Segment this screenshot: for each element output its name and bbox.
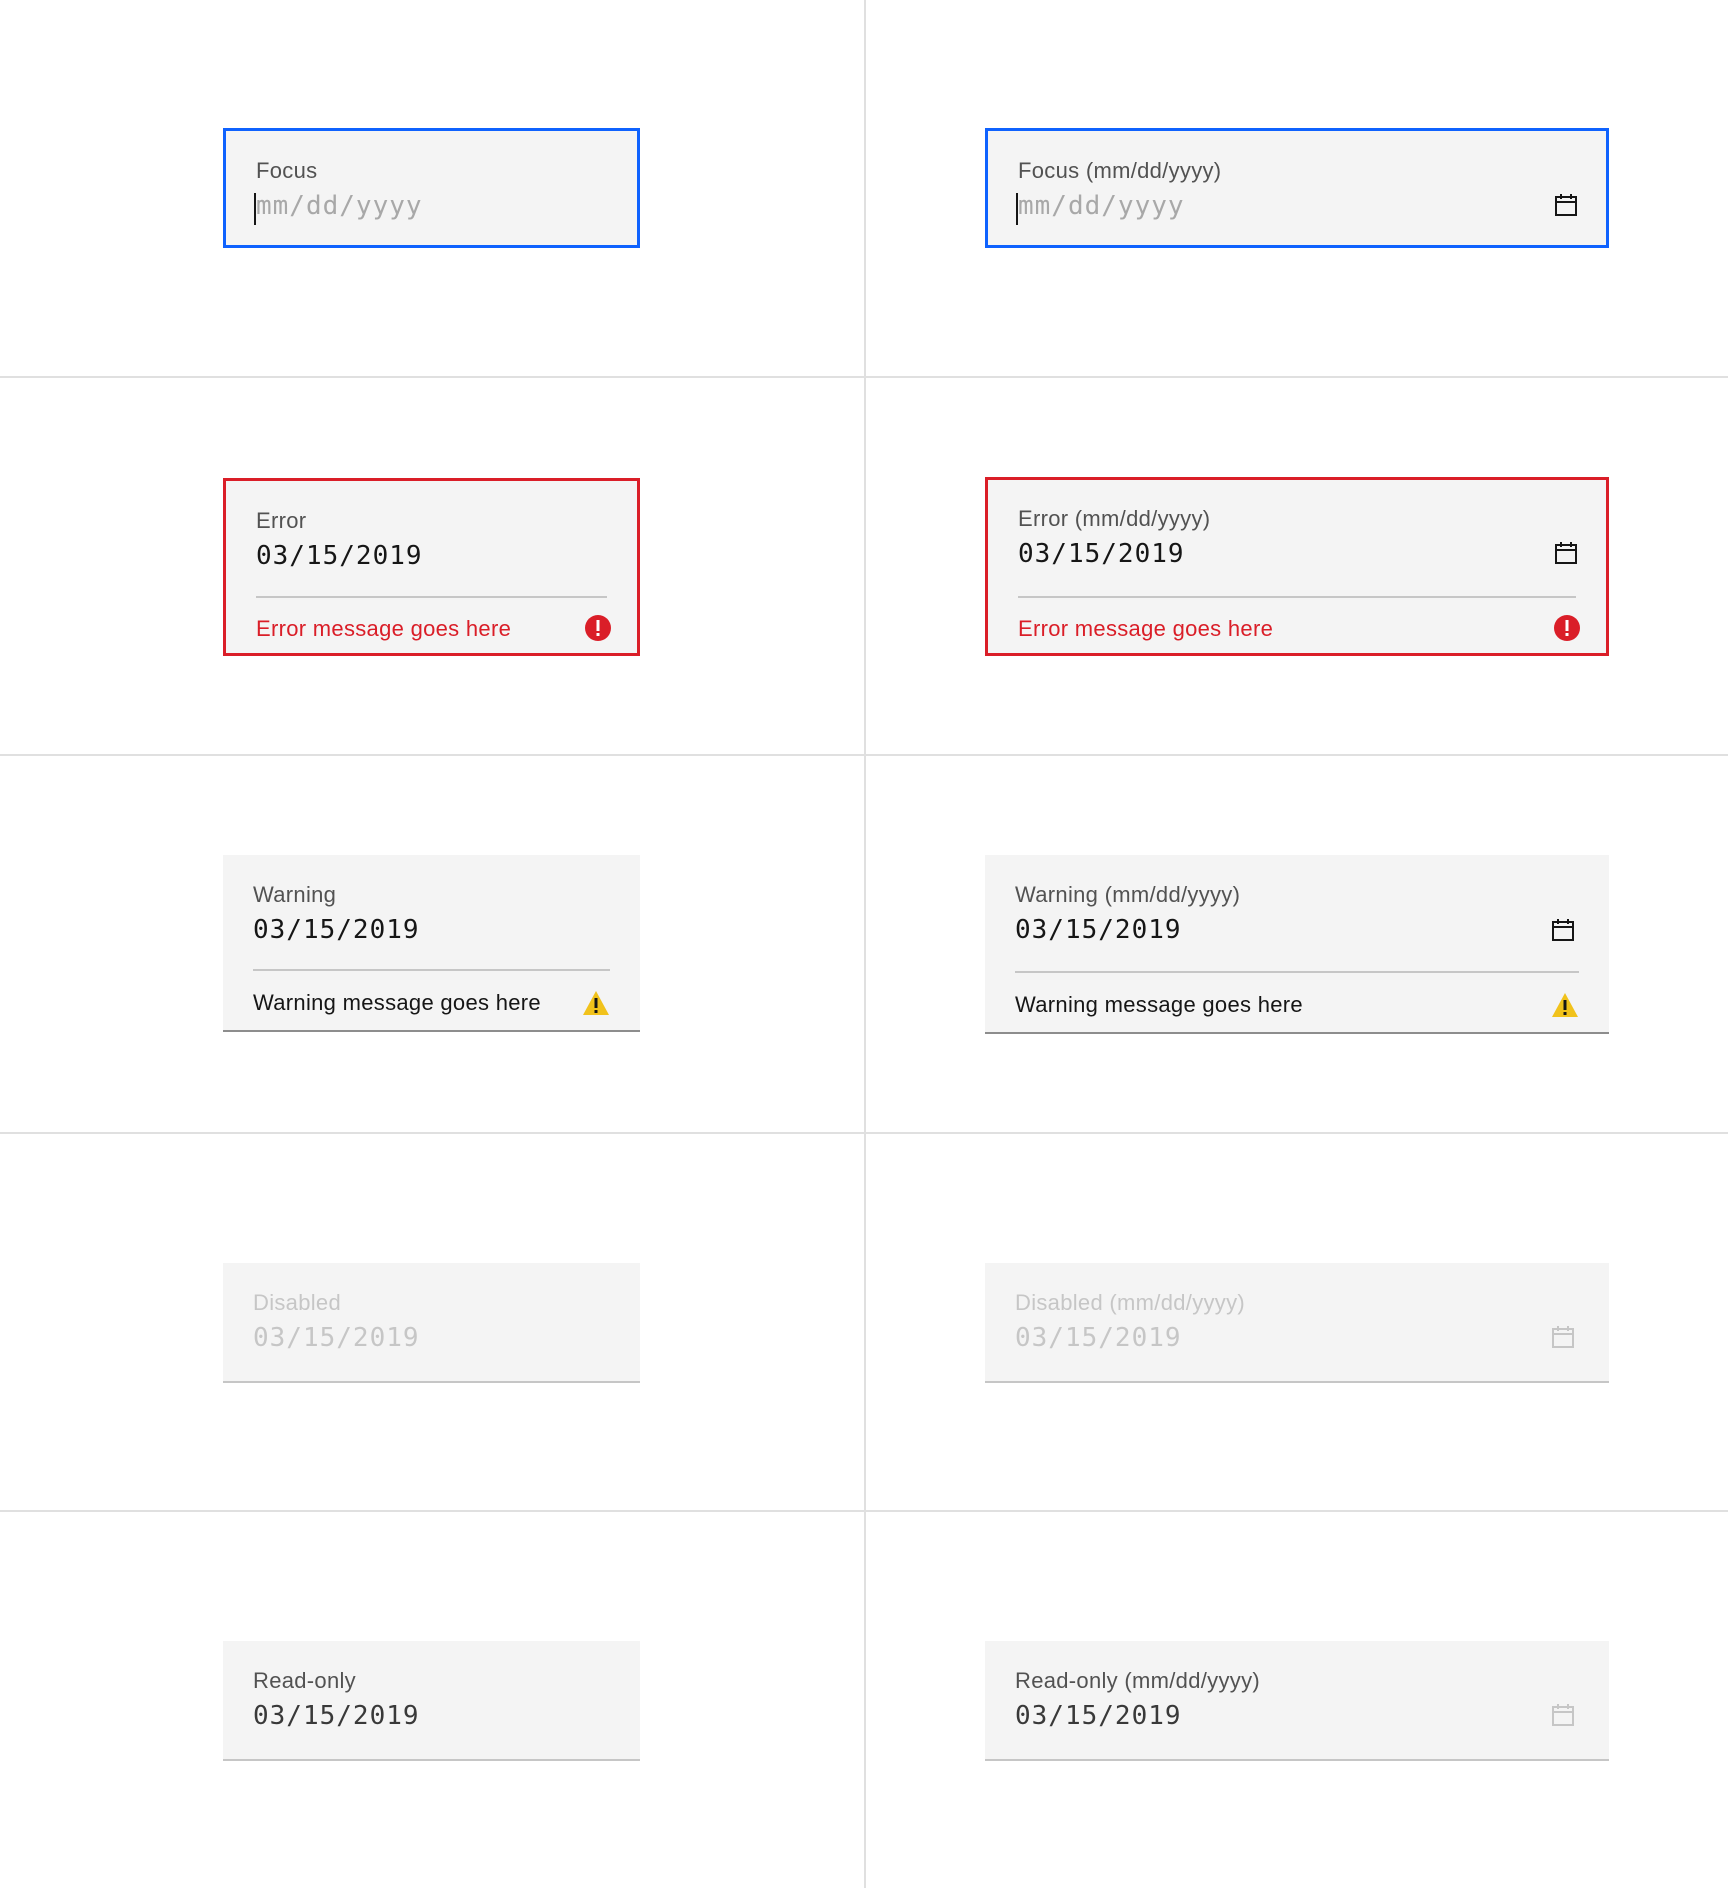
date-value: 03/15/2019: [253, 1323, 420, 1353]
date-value: 03/15/2019: [1015, 1323, 1182, 1353]
warning-filled-icon: [583, 991, 609, 1015]
field-label: Disabled (mm/dd/yyyy): [1015, 1290, 1246, 1315]
date-value: 03/15/2019: [253, 915, 420, 945]
calendar-icon[interactable]: [1554, 541, 1578, 565]
calendar-icon: [1552, 1704, 1574, 1726]
focus-date-picker[interactable]: Focus (mm/dd/yyyy) mm/dd/yyyy: [985, 128, 1609, 248]
date-value: 03/15/2019: [1018, 539, 1185, 569]
field-label: Disabled: [253, 1290, 342, 1315]
warning-message: Warning message goes here: [1015, 992, 1303, 1017]
date-value: 03/15/2019: [256, 541, 423, 571]
field-label: Read-only (mm/dd/yyyy): [1015, 1668, 1260, 1693]
field-divider: [253, 969, 610, 971]
date-placeholder: mm/dd/yyyy: [1018, 191, 1185, 221]
field-label: Error (mm/dd/yyyy): [1018, 506, 1211, 531]
focus-date-input[interactable]: Focus mm/dd/yyyy: [223, 128, 640, 248]
field-divider: [1015, 971, 1579, 973]
error-filled-icon: [1554, 615, 1580, 641]
calendar-icon[interactable]: [1554, 193, 1578, 217]
warning-date-input[interactable]: Warning 03/15/2019 Warning message goes …: [223, 855, 640, 1032]
error-filled-icon: [585, 615, 611, 641]
warning-filled-icon: [1552, 993, 1578, 1017]
readonly-date-picker: Read-only (mm/dd/yyyy) 03/15/2019: [985, 1641, 1609, 1761]
warning-date-picker[interactable]: Warning (mm/dd/yyyy) 03/15/2019 Warning …: [985, 855, 1609, 1034]
field-label: Read-only: [253, 1668, 356, 1693]
field-label: Warning (mm/dd/yyyy): [1015, 882, 1241, 907]
field-label: Warning: [253, 882, 337, 907]
calendar-icon: [1552, 1326, 1574, 1348]
row-divider: [0, 376, 1728, 378]
disabled-date-input: Disabled 03/15/2019: [223, 1263, 640, 1383]
field-divider: [1018, 596, 1576, 598]
error-message: Error message goes here: [1018, 616, 1274, 641]
row-divider: [0, 1510, 1728, 1512]
readonly-date-input: Read-only 03/15/2019: [223, 1641, 640, 1761]
warning-message: Warning message goes here: [253, 990, 541, 1015]
field-divider: [256, 596, 607, 598]
field-label: Focus: [256, 158, 318, 183]
field-label: Focus (mm/dd/yyyy): [1018, 158, 1222, 183]
date-value: 03/15/2019: [253, 1701, 420, 1731]
date-value: 03/15/2019: [1015, 915, 1182, 945]
disabled-date-picker: Disabled (mm/dd/yyyy) 03/15/2019: [985, 1263, 1609, 1383]
calendar-icon[interactable]: [1551, 918, 1575, 942]
row-divider: [0, 1132, 1728, 1134]
error-date-picker[interactable]: Error (mm/dd/yyyy) 03/15/2019 Error mess…: [985, 477, 1609, 656]
error-message: Error message goes here: [256, 616, 512, 641]
date-value: 03/15/2019: [1015, 1701, 1182, 1731]
error-date-input[interactable]: Error 03/15/2019 Error message goes here: [223, 478, 640, 656]
date-placeholder: mm/dd/yyyy: [256, 191, 423, 221]
field-label: Error: [256, 508, 307, 533]
column-divider: [864, 0, 866, 1888]
row-divider: [0, 754, 1728, 756]
